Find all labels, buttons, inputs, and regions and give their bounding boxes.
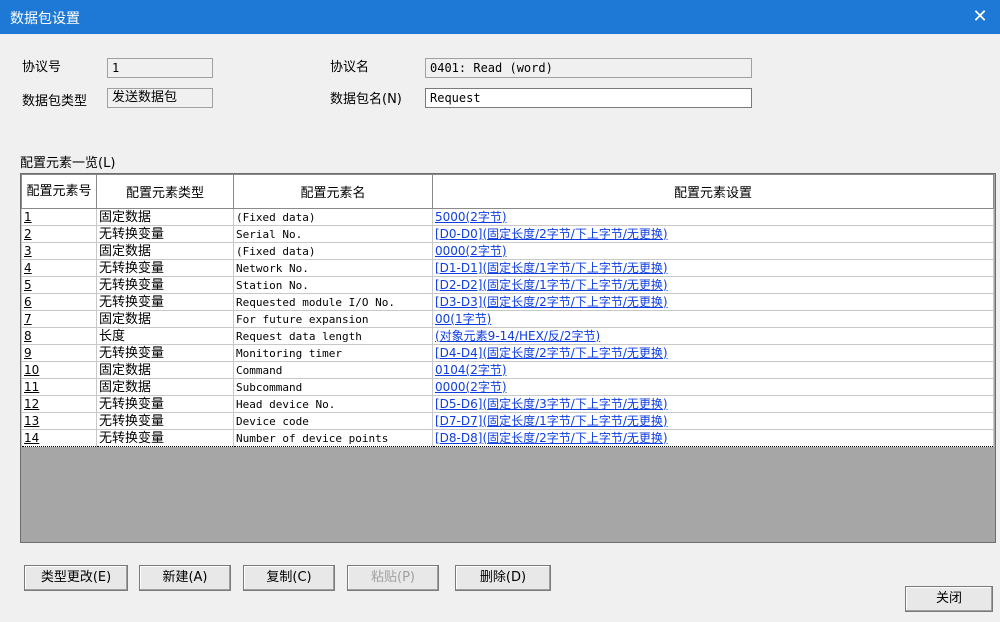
row-name[interactable]: Command: [233, 361, 433, 379]
table-row[interactable]: 12 无转换变量 Head device No. [D5-D6](固定长度/3字节/下…: [21, 395, 994, 413]
row-type[interactable]: 无转换变量: [96, 344, 234, 362]
table-row[interactable]: 5 无转换变量 Station No. [D2-D2](固定长度/1字节/下上字节/无…: [21, 276, 994, 294]
row-setting-link[interactable]: 0000(2字节): [432, 242, 994, 260]
table-row[interactable]: 11 固定数据 Subcommand 0000(2字节): [21, 378, 994, 396]
row-type[interactable]: 无转换变量: [96, 225, 234, 243]
table-row[interactable]: 1 固定数据 (Fixed data) 5000(2字节): [21, 208, 994, 226]
row-setting-link[interactable]: [D2-D2](固定长度/1字节/下上字节/无更换): [432, 276, 994, 294]
row-no[interactable]: 6: [21, 293, 97, 311]
row-no[interactable]: 8: [21, 327, 97, 345]
column-header-name[interactable]: 配置元素名: [233, 174, 433, 209]
table-row[interactable]: 9 无转换变量 Monitoring timer [D4-D4](固定长度/2字节/下…: [21, 344, 994, 362]
row-no[interactable]: 14: [21, 429, 97, 447]
element-table: 配置元素号 配置元素类型 配置元素名 配置元素设置 1 固定数据 (Fixed da…: [21, 174, 994, 447]
close-button[interactable]: 关闭: [905, 586, 993, 612]
row-type[interactable]: 无转换变量: [96, 412, 234, 430]
row-no[interactable]: 5: [21, 276, 97, 294]
row-setting-link[interactable]: 5000(2字节): [432, 208, 994, 226]
new-button[interactable]: 新建(A): [139, 565, 231, 591]
protocol-name-field: 0401: Read (word): [425, 58, 752, 78]
row-no[interactable]: 3: [21, 242, 97, 260]
table-row[interactable]: 4 无转换变量 Network No. [D1-D1](固定长度/1字节/下上字节/无…: [21, 259, 994, 277]
row-no[interactable]: 13: [21, 412, 97, 430]
row-no[interactable]: 1: [21, 208, 97, 226]
row-setting-link[interactable]: [D1-D1](固定长度/1字节/下上字节/无更换): [432, 259, 994, 277]
row-name[interactable]: Network No.: [233, 259, 433, 277]
row-no[interactable]: 2: [21, 225, 97, 243]
packet-name-label: 数据包名(N): [330, 92, 402, 107]
row-name[interactable]: Request data length: [233, 327, 433, 345]
row-no[interactable]: 7: [21, 310, 97, 328]
close-icon[interactable]: ✕: [960, 0, 1000, 34]
row-no[interactable]: 9: [21, 344, 97, 362]
packet-type-label: 数据包类型: [22, 94, 88, 109]
delete-button[interactable]: 删除(D): [455, 565, 551, 591]
row-name[interactable]: Monitoring timer: [233, 344, 433, 362]
table-row-selected[interactable]: 14 无转换变量 Number of device points [D8-D8](固定…: [21, 429, 994, 447]
table-row[interactable]: 3 固定数据 (Fixed data) 0000(2字节): [21, 242, 994, 260]
table-row[interactable]: 8 长度 Request data length (对象元素9-14/HEX/反/2字…: [21, 327, 994, 345]
row-setting-link[interactable]: [D5-D6](固定长度/3字节/下上字节/无更换): [432, 395, 994, 413]
table-row[interactable]: 13 无转换变量 Device code [D7-D7](固定长度/1字节/下上字节/…: [21, 412, 994, 430]
row-name[interactable]: (Fixed data): [233, 242, 433, 260]
table-row[interactable]: 7 固定数据 For future expansion 00(1字节): [21, 310, 994, 328]
row-name[interactable]: Head device No.: [233, 395, 433, 413]
table-row[interactable]: 2 无转换变量 Serial No. [D0-D0](固定长度/2字节/下上字节/无更…: [21, 225, 994, 243]
row-name[interactable]: Device code: [233, 412, 433, 430]
row-name[interactable]: (Fixed data): [233, 208, 433, 226]
table-header-row: 配置元素号 配置元素类型 配置元素名 配置元素设置: [21, 174, 994, 209]
change-type-button[interactable]: 类型更改(E): [24, 565, 128, 591]
column-header-type[interactable]: 配置元素类型: [96, 174, 234, 209]
copy-button[interactable]: 复制(C): [243, 565, 335, 591]
row-type[interactable]: 固定数据: [96, 310, 234, 328]
row-setting-link[interactable]: [D0-D0](固定长度/2字节/下上字节/无更换): [432, 225, 994, 243]
row-setting-link[interactable]: [D7-D7](固定长度/1字节/下上字节/无更换): [432, 412, 994, 430]
row-name[interactable]: Subcommand: [233, 378, 433, 396]
paste-button[interactable]: 粘贴(P): [347, 565, 439, 591]
protocol-no-field: 1: [107, 58, 213, 78]
element-list-label: 配置元素一览(L): [20, 156, 116, 171]
column-header-no[interactable]: 配置元素号: [21, 174, 97, 209]
row-no[interactable]: 10: [21, 361, 97, 379]
protocol-name-label: 协议名: [330, 60, 370, 75]
row-no[interactable]: 4: [21, 259, 97, 277]
row-type[interactable]: 无转换变量: [96, 293, 234, 311]
row-no[interactable]: 12: [21, 395, 97, 413]
row-name[interactable]: Number of device points: [233, 429, 433, 447]
protocol-no-label: 协议号: [22, 60, 62, 75]
element-list-grid[interactable]: 配置元素号 配置元素类型 配置元素名 配置元素设置 1 固定数据 (Fixed da…: [20, 173, 996, 543]
row-name[interactable]: Serial No.: [233, 225, 433, 243]
table-row[interactable]: 6 无转换变量 Requested module I/O No. [D3-D3](固定…: [21, 293, 994, 311]
row-setting-link[interactable]: [D3-D3](固定长度/2字节/下上字节/无更换): [432, 293, 994, 311]
row-type[interactable]: 无转换变量: [96, 429, 234, 447]
window-title: 数据包设置: [10, 11, 80, 27]
row-type[interactable]: 长度: [96, 327, 234, 345]
row-type[interactable]: 固定数据: [96, 378, 234, 396]
column-header-setting[interactable]: 配置元素设置: [432, 174, 994, 209]
row-setting-link[interactable]: 0104(2字节): [432, 361, 994, 379]
row-name[interactable]: Requested module I/O No.: [233, 293, 433, 311]
row-setting-link[interactable]: (对象元素9-14/HEX/反/2字节): [432, 327, 994, 345]
row-type[interactable]: 固定数据: [96, 242, 234, 260]
row-setting-link[interactable]: [D4-D4](固定长度/2字节/下上字节/无更换): [432, 344, 994, 362]
row-setting-link[interactable]: 00(1字节): [432, 310, 994, 328]
row-type[interactable]: 无转换变量: [96, 276, 234, 294]
row-type[interactable]: 无转换变量: [96, 259, 234, 277]
table-row[interactable]: 10 固定数据 Command 0104(2字节): [21, 361, 994, 379]
packet-type-field: 发送数据包: [107, 88, 213, 108]
row-name[interactable]: For future expansion: [233, 310, 433, 328]
row-no[interactable]: 11: [21, 378, 97, 396]
row-name[interactable]: Station No.: [233, 276, 433, 294]
packet-name-input[interactable]: Request: [425, 88, 752, 108]
row-type[interactable]: 固定数据: [96, 361, 234, 379]
title-bar: 数据包设置 ✕: [0, 0, 1000, 34]
row-setting-link[interactable]: 0000(2字节): [432, 378, 994, 396]
row-type[interactable]: 固定数据: [96, 208, 234, 226]
row-setting-link[interactable]: [D8-D8](固定长度/2字节/下上字节/无更换): [432, 429, 994, 447]
row-type[interactable]: 无转换变量: [96, 395, 234, 413]
